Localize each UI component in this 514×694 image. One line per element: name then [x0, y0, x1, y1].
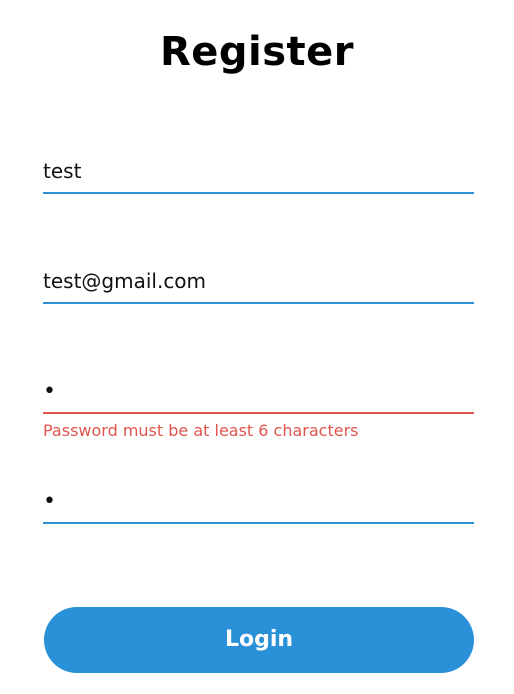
page-title: Register: [159, 29, 355, 75]
register-form: Register Password must be at least 6 cha…: [0, 0, 514, 694]
username-input[interactable]: [43, 150, 474, 194]
login-button[interactable]: Login: [44, 607, 474, 673]
email-input[interactable]: [43, 260, 474, 304]
password-error-message: Password must be at least 6 characters: [43, 421, 359, 440]
confirm-password-input[interactable]: [43, 480, 474, 524]
password-input[interactable]: [43, 370, 474, 414]
